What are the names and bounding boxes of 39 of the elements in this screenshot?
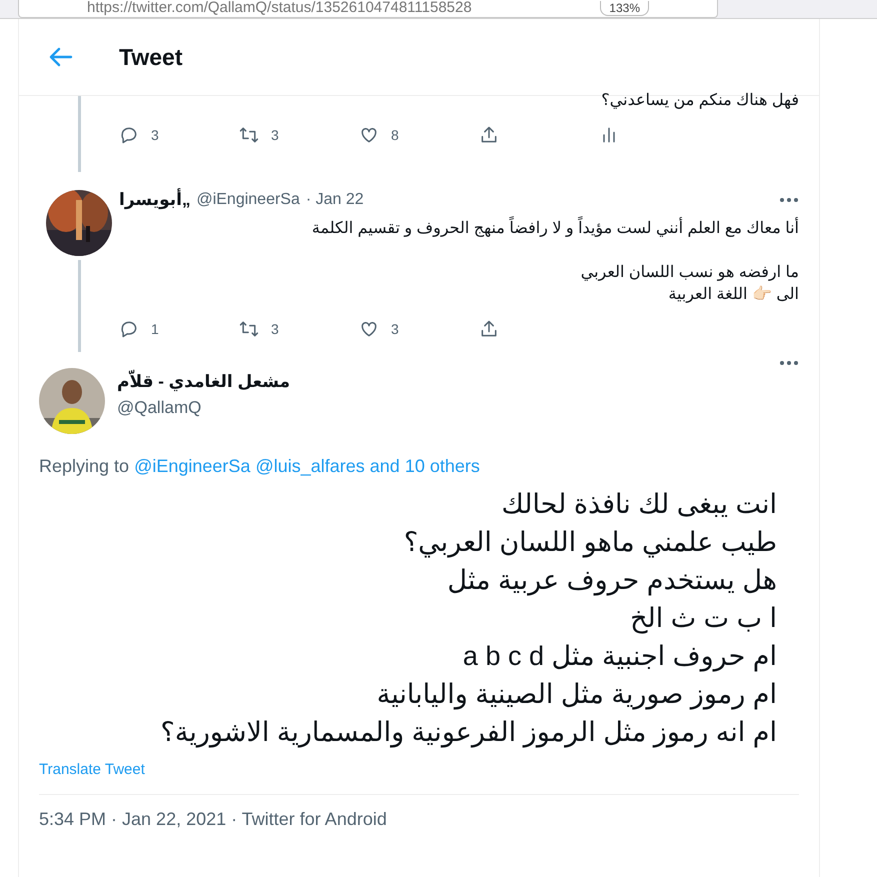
url-text: https://twitter.com/QallamQ/status/1352610474811158528: [87, 0, 472, 16]
share-icon[interactable]: [479, 125, 499, 145]
heart-icon[interactable]: [359, 319, 379, 339]
url-bar[interactable]: https://twitter.com/QallamQ/status/1352610474811158528 133%: [18, 0, 718, 18]
action-count: 3: [271, 321, 279, 337]
tweet-text: فهل هناك منكم من يساعدني؟: [600, 91, 799, 111]
author-handle[interactable]: @iEngineerSa: [196, 191, 300, 209]
tweet-text: ام حروف اجنبية مثل a b c d: [462, 640, 777, 674]
replying-label: Replying to: [39, 456, 130, 476]
page-title: Tweet: [119, 44, 182, 70]
author-handle[interactable]: @QallamQ: [117, 398, 290, 418]
action-count: 3: [391, 321, 399, 337]
tweet-date[interactable]: · Jan 22: [306, 191, 364, 209]
tweet-text: انت يبغى لك نافذة لحالك: [500, 488, 777, 521]
author-name[interactable]: أبويسرا„: [119, 190, 190, 210]
reply-icon[interactable]: [119, 319, 139, 339]
tweet-text: هل يستخدم حروف عربية مثل: [446, 564, 777, 598]
tweet-text: ام انه رموز مثل الرموز الفرعونية والمسمارية الاشورية؟: [160, 716, 777, 750]
more-icon[interactable]: [779, 360, 799, 366]
retweet-icon[interactable]: [239, 319, 259, 339]
tweet-text: ام رموز صورية مثل الصينية واليابانية: [376, 678, 777, 712]
action-count: 3: [271, 127, 279, 143]
more-icon[interactable]: [779, 197, 799, 203]
tweet-text: ما ارفضه هو نسب اللسان العربي: [580, 263, 799, 283]
action-count: 1: [151, 321, 159, 337]
tweet-timestamp: 5:34 PM · Jan 22, 2021 · Twitter for Android: [39, 809, 387, 829]
reply-icon[interactable]: [119, 125, 139, 145]
tweet-text: الى 👉🏻 اللغة العربية: [667, 284, 799, 305]
author-name[interactable]: مشعل الغامدي - قلاّم: [117, 372, 290, 392]
action-count: 8: [391, 127, 399, 143]
zoom-level[interactable]: 133%: [600, 1, 649, 16]
action-count: 3: [151, 127, 159, 143]
tweet-text: طيب علمني ماهو اللسان العربي؟: [402, 526, 777, 560]
tweet-text: أنا معاك مع العلم أنني لست مؤيداً و لا رافضاً منهج الحروف و تقسيم الكلمة: [119, 218, 799, 240]
heart-icon[interactable]: [359, 125, 379, 145]
back-icon[interactable]: [49, 47, 73, 67]
tweet-text: ا ب ت ث الخ: [629, 602, 777, 636]
share-icon[interactable]: [479, 319, 499, 339]
retweet-icon[interactable]: [239, 125, 259, 145]
